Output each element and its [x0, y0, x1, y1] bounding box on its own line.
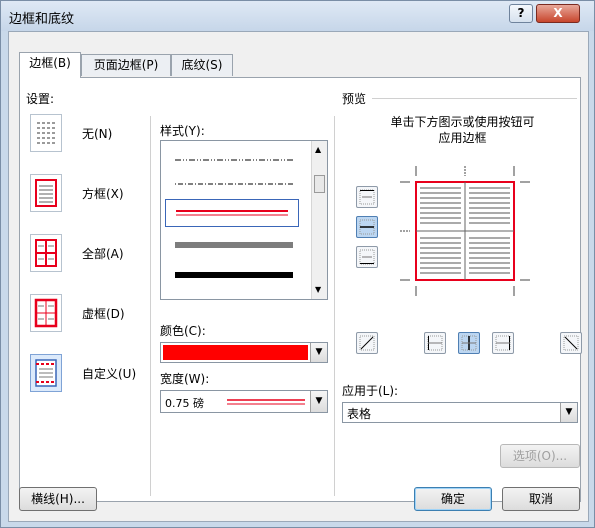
style-heading: 样式(Y):	[160, 124, 205, 138]
top-border-button[interactable]	[356, 186, 378, 208]
setting-grid-label[interactable]: 虚框(D)	[82, 305, 125, 322]
style-thick-gray[interactable]	[175, 241, 293, 249]
style-dash-dot-dot[interactable]	[175, 157, 293, 163]
preview-heading: 预览	[342, 92, 367, 106]
style-selected-item[interactable]	[165, 199, 299, 227]
inside-vertical-border-button[interactable]	[458, 332, 480, 354]
style-scrollbar[interactable]: ▲ ▼	[311, 141, 327, 299]
apply-to-heading: 应用于(L):	[342, 384, 399, 398]
color-heading: 颜色(C):	[160, 324, 206, 338]
style-listbox[interactable]: ▲ ▼	[160, 140, 328, 300]
borders-shading-dialog: 边框和底纹 ? X 边框(B) 页面边框(P) 底纹(S) 设置: 无(N) 方…	[0, 0, 595, 528]
width-dropdown[interactable]: 0.75 磅 ▼	[160, 390, 328, 413]
dialog-title: 边框和底纹	[9, 12, 75, 27]
width-value: 0.75 磅	[165, 397, 204, 410]
setting-grid-icon[interactable]	[30, 294, 62, 332]
width-heading: 宽度(W):	[160, 372, 210, 386]
title-bar: 边框和底纹 ? X	[1, 1, 594, 31]
tab-shading[interactable]: 底纹(S)	[171, 54, 233, 76]
setting-all-label[interactable]: 全部(A)	[82, 245, 124, 262]
options-button[interactable]: 选项(O)...	[500, 444, 580, 468]
color-dropdown[interactable]: ▼	[160, 342, 328, 363]
tab-page-border[interactable]: 页面边框(P)	[81, 54, 171, 76]
inside-horizontal-border-button[interactable]	[356, 216, 378, 238]
ok-button[interactable]: 确定	[414, 487, 492, 511]
preview-diagram[interactable]	[400, 166, 530, 296]
chevron-down-icon[interactable]: ▼	[310, 391, 327, 412]
scroll-down-icon[interactable]: ▼	[315, 285, 321, 294]
horizontal-line-button[interactable]: 横线(H)...	[19, 487, 97, 511]
tab-page: 设置: 无(N) 方框(X) 全部(A) 虚框(D) 自定义(U) 样式(Y):…	[19, 77, 582, 502]
preview-hint-line2: 应用边框	[438, 131, 487, 145]
setting-none-icon[interactable]	[30, 114, 62, 152]
setting-custom-icon[interactable]	[30, 354, 62, 392]
apply-to-dropdown[interactable]: 表格 ▼	[342, 402, 578, 423]
scroll-up-icon[interactable]: ▲	[315, 145, 321, 154]
tab-borders[interactable]: 边框(B)	[19, 52, 81, 78]
style-thick-black[interactable]	[175, 271, 293, 279]
scroll-thumb[interactable]	[314, 175, 325, 193]
width-line-sample	[227, 399, 305, 405]
setting-box-icon[interactable]	[30, 174, 62, 212]
preview-divider	[372, 98, 577, 99]
chevron-down-icon[interactable]: ▼	[310, 343, 327, 362]
bottom-border-button[interactable]	[356, 246, 378, 268]
preview-hint-line1: 单击下方图示或使用按钮可	[390, 115, 535, 129]
dialog-body: 边框(B) 页面边框(P) 底纹(S) 设置: 无(N) 方框(X) 全部(A)…	[8, 31, 589, 522]
cancel-button[interactable]: 取消	[502, 487, 580, 511]
left-border-button[interactable]	[424, 332, 446, 354]
right-border-button[interactable]	[492, 332, 514, 354]
setting-none-label[interactable]: 无(N)	[82, 125, 112, 142]
chevron-down-icon[interactable]: ▼	[560, 403, 577, 422]
setting-box-label[interactable]: 方框(X)	[82, 185, 124, 202]
apply-to-value: 表格	[347, 407, 372, 421]
close-button[interactable]: X	[536, 4, 580, 23]
divider	[150, 116, 151, 496]
diagonal-up-border-button[interactable]	[356, 332, 378, 354]
help-button[interactable]: ?	[509, 4, 533, 23]
diagonal-down-border-button[interactable]	[560, 332, 582, 354]
style-dot-dash[interactable]	[175, 181, 293, 187]
setting-custom-label[interactable]: 自定义(U)	[82, 365, 136, 382]
settings-heading: 设置:	[26, 92, 55, 106]
setting-all-icon[interactable]	[30, 234, 62, 272]
color-swatch	[163, 345, 308, 360]
divider	[334, 116, 335, 496]
